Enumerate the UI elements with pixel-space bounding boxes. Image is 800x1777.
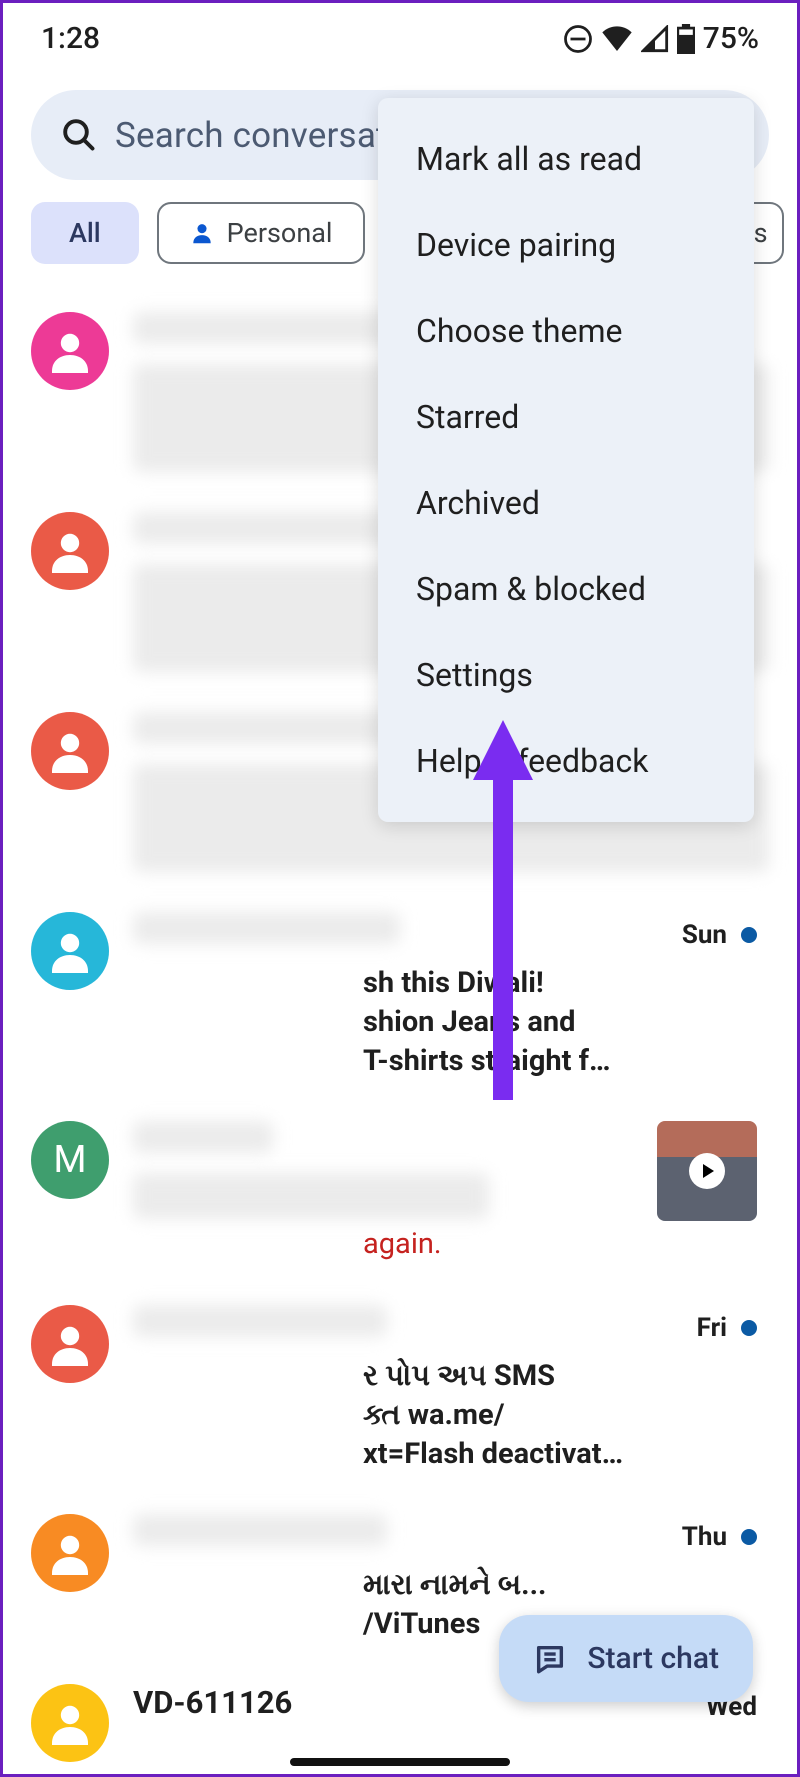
menu-starred[interactable]: Starred	[378, 374, 754, 460]
redacted-name	[133, 1121, 273, 1153]
start-chat-button[interactable]: Start chat	[499, 1615, 753, 1702]
timestamp: Fri	[697, 1313, 727, 1343]
row-meta: Sun	[682, 920, 757, 950]
avatar	[31, 512, 109, 590]
avatar	[31, 1514, 109, 1592]
menu-device-pairing[interactable]: Device pairing	[378, 202, 754, 288]
dnd-icon	[563, 24, 593, 54]
redacted-preview	[133, 1173, 489, 1219]
avatar	[31, 1684, 109, 1762]
timestamp: Thu	[682, 1522, 727, 1552]
redacted-name	[133, 1305, 387, 1337]
message-preview-tail: again.	[133, 1225, 769, 1264]
list-item[interactable]: sh this Diwali!shion Jeans andT-shirts s…	[3, 894, 797, 1103]
message-preview: sh this Diwali!shion Jeans andT-shirts s…	[133, 964, 769, 1081]
unread-indicator	[741, 927, 757, 943]
row-meta: Thu	[682, 1522, 757, 1552]
overflow-menu: Mark all as read Device pairing Choose t…	[378, 98, 754, 822]
chat-icon	[533, 1642, 567, 1676]
search-icon	[61, 117, 97, 153]
person-icon	[189, 220, 215, 246]
list-item[interactable]: ર પોપ અપ SMSક્ત wa.me/xt=Flash deactivat…	[3, 1287, 797, 1496]
avatar	[31, 912, 109, 990]
redacted-name	[133, 912, 400, 944]
status-bar: 1:28 75%	[3, 3, 797, 64]
status-right: 75%	[563, 21, 759, 56]
status-time: 1:28	[41, 21, 100, 56]
video-thumbnail[interactable]	[657, 1121, 757, 1221]
avatar: M	[31, 1121, 109, 1199]
timestamp: Sun	[682, 920, 727, 950]
wifi-icon	[601, 24, 633, 54]
gesture-handle	[290, 1758, 510, 1766]
battery-pct: 75%	[703, 21, 759, 56]
list-item[interactable]: M again.	[3, 1103, 797, 1286]
menu-archived[interactable]: Archived	[378, 460, 754, 546]
message-preview: ર પોપ અપ SMSક્ત wa.me/xt=Flash deactivat…	[133, 1357, 769, 1474]
row-meta: Fri	[697, 1313, 757, 1343]
menu-help-feedback[interactable]: Help & feedback	[378, 718, 754, 804]
avatar	[31, 1305, 109, 1383]
chip-personal[interactable]: Personal	[157, 202, 365, 264]
avatar	[31, 712, 109, 790]
play-icon	[689, 1153, 725, 1189]
unread-indicator	[741, 1320, 757, 1336]
menu-choose-theme[interactable]: Choose theme	[378, 288, 754, 374]
menu-spam-blocked[interactable]: Spam & blocked	[378, 546, 754, 632]
menu-mark-all-read[interactable]: Mark all as read	[378, 116, 754, 202]
search-placeholder: Search conversati	[115, 115, 396, 156]
menu-settings[interactable]: Settings	[378, 632, 754, 718]
fab-label: Start chat	[587, 1641, 719, 1676]
battery-icon	[677, 24, 695, 54]
chip-all[interactable]: All	[31, 202, 139, 264]
signal-icon	[641, 25, 669, 53]
redacted-name	[133, 1514, 387, 1546]
avatar	[31, 312, 109, 390]
unread-indicator	[741, 1529, 757, 1545]
